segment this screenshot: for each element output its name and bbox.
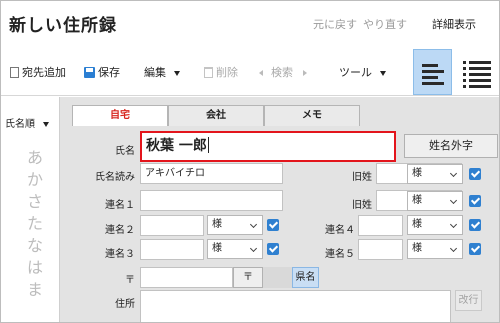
app-title: 新しい住所録 xyxy=(9,16,117,36)
tool-label: ツール xyxy=(339,66,372,79)
details-view-button[interactable]: 詳細表示 xyxy=(432,16,476,32)
search-navigation[interactable]: 検索 xyxy=(259,64,307,80)
honorific-select[interactable]: 様 xyxy=(207,239,263,259)
save-icon xyxy=(84,67,95,78)
kana-index: あ か さ た な は ま xyxy=(25,147,45,301)
prefecture-button[interactable]: 県名 xyxy=(292,267,319,288)
add-address-label: 宛先追加 xyxy=(22,66,66,79)
add-address-button[interactable]: 宛先追加 xyxy=(10,64,66,80)
honorific-checkbox[interactable] xyxy=(469,219,481,231)
honorific-select[interactable]: 様 xyxy=(407,164,463,184)
nonstandard-char-button[interactable]: 姓名外字 xyxy=(404,134,498,158)
edit-menu[interactable]: 編集 xyxy=(144,64,180,80)
name-value: 秋葉 一郎 xyxy=(146,138,207,154)
chevron-down-icon xyxy=(249,244,258,253)
postal-lookup-button[interactable]: 〒 xyxy=(233,267,263,288)
honorific-checkbox[interactable] xyxy=(469,243,481,255)
name-label: 氏名 xyxy=(115,146,135,157)
edit-label: 編集 xyxy=(144,66,166,79)
honorific-value: 様 xyxy=(412,219,422,230)
honorific-value: 様 xyxy=(212,243,222,254)
honorific-checkbox[interactable] xyxy=(267,243,279,255)
tab-home[interactable]: 自宅 xyxy=(72,105,168,126)
honorific-value: 様 xyxy=(412,243,422,254)
search-label: 検索 xyxy=(271,66,293,79)
tab-company[interactable]: 会社 xyxy=(168,105,264,126)
joint-name-5-label: 連名５ xyxy=(325,249,355,260)
tool-menu[interactable]: ツール xyxy=(339,64,386,80)
honorific-checkbox[interactable] xyxy=(469,168,481,180)
joint-name-5-input[interactable] xyxy=(358,239,403,260)
chevron-down-icon xyxy=(249,220,258,229)
redo-button[interactable]: やり直す xyxy=(363,16,407,32)
postal-code-label: 〒 xyxy=(125,275,135,286)
name-reading-input[interactable]: アキバイチロ xyxy=(140,163,283,184)
honorific-value: 様 xyxy=(412,168,422,179)
joint-name-2-label: 連名２ xyxy=(105,225,135,236)
honorific-checkbox[interactable] xyxy=(469,195,481,207)
former-surname-label: 旧姓 xyxy=(352,172,372,183)
honorific-select[interactable]: 様 xyxy=(407,239,463,259)
card-view-button[interactable] xyxy=(413,49,452,95)
chevron-down-icon xyxy=(43,121,49,127)
chevron-down-icon xyxy=(449,220,458,229)
joint-name-2-input[interactable] xyxy=(140,215,204,236)
sort-order-select[interactable]: 氏名順 xyxy=(5,115,49,130)
name-reading-label: 氏名読み xyxy=(95,172,135,183)
newline-button[interactable]: 改行 xyxy=(455,290,482,311)
joint-name-3-label: 連名３ xyxy=(105,249,135,260)
delete-button[interactable]: 削除 xyxy=(204,64,238,80)
name-input[interactable]: 秋葉 一郎 xyxy=(140,131,396,162)
chevron-down-icon xyxy=(449,244,458,253)
toolbar: 宛先追加 保存 編集 削除 検索 ツール xyxy=(1,46,499,96)
joint-name-1-input[interactable] xyxy=(140,190,283,211)
trash-icon xyxy=(204,67,213,78)
chevron-down-icon xyxy=(449,196,458,205)
kana-index-item[interactable]: は xyxy=(25,257,45,279)
undo-button[interactable]: 元に戻す xyxy=(313,16,357,32)
postal-code-input[interactable] xyxy=(140,267,233,288)
sidebar: 氏名順 あ か さ た な は ま xyxy=(1,97,59,322)
address-label: 住所 xyxy=(115,299,135,310)
honorific-checkbox[interactable] xyxy=(267,219,279,231)
kana-index-item[interactable]: ま xyxy=(25,279,45,301)
sort-order-label: 氏名順 xyxy=(5,119,35,130)
honorific-value: 様 xyxy=(212,219,222,230)
save-label: 保存 xyxy=(98,66,120,79)
delete-label: 削除 xyxy=(216,66,238,79)
chevron-down-icon xyxy=(174,70,180,76)
address-book-window: 新しい住所録 元に戻す やり直す 詳細表示 宛先追加 保存 編集 削除 検索 ツ… xyxy=(0,0,500,323)
joint-name-3-input[interactable] xyxy=(140,239,204,260)
edit-panel: 自宅 会社 メモ 氏名 秋葉 一郎 姓名外字 氏名読み アキバイチロ 旧姓 連名… xyxy=(59,97,499,322)
chevron-right-icon xyxy=(303,70,307,76)
joint-name-1-label: 連名１ xyxy=(105,200,135,211)
address-input[interactable] xyxy=(140,290,451,322)
chevron-left-icon xyxy=(259,70,263,76)
kana-index-item[interactable]: た xyxy=(25,213,45,235)
list-view-button[interactable] xyxy=(459,49,498,95)
tab-memo[interactable]: メモ xyxy=(264,105,360,126)
chevron-down-icon xyxy=(449,169,458,178)
chevron-down-icon xyxy=(380,70,386,76)
document-icon xyxy=(10,67,19,78)
kana-index-item[interactable]: さ xyxy=(25,191,45,213)
joint-name-4-input[interactable] xyxy=(358,215,403,236)
postal-spacer xyxy=(263,267,292,288)
kana-index-item[interactable]: か xyxy=(25,169,45,191)
kana-index-item[interactable]: な xyxy=(25,235,45,257)
honorific-select[interactable]: 様 xyxy=(207,215,263,235)
former-surname-2-label: 旧姓 xyxy=(352,200,372,211)
honorific-select[interactable]: 様 xyxy=(407,215,463,235)
text-cursor xyxy=(207,137,209,153)
save-button[interactable]: 保存 xyxy=(84,64,120,80)
honorific-select[interactable]: 様 xyxy=(407,191,463,211)
title-bar: 新しい住所録 元に戻す やり直す 詳細表示 xyxy=(1,1,499,46)
honorific-value: 様 xyxy=(412,195,422,206)
joint-name-4-label: 連名４ xyxy=(325,225,355,236)
kana-index-item[interactable]: あ xyxy=(25,147,45,169)
